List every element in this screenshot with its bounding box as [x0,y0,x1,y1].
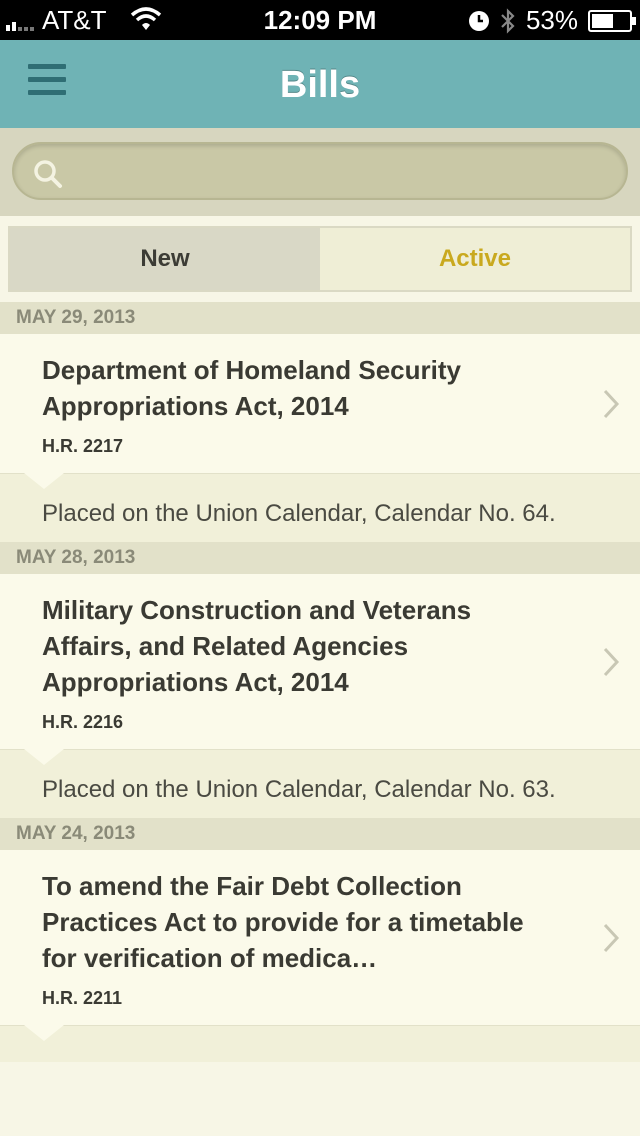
date-header: MAY 24, 2013 [0,818,640,850]
date-header: MAY 29, 2013 [0,302,640,334]
battery-percent: 53% [525,5,578,35]
bill-row[interactable]: Military Construction and Veterans Affai… [0,574,640,749]
bill-row[interactable]: Department of Homeland Security Appropri… [0,334,640,473]
bill-title: Department of Homeland Security Appropri… [42,355,461,421]
navigation-bar: Bills [0,40,640,128]
battery-icon [588,9,636,32]
notch-pointer [24,1025,64,1041]
chevron-right-icon [603,647,620,676]
bluetooth-icon [501,7,515,34]
chevron-right-icon [603,923,620,952]
bill-number: H.R. 2217 [42,436,124,456]
bill-status-text: Placed on the Union Calendar, Calendar N… [42,500,556,527]
bill-number: H.R. 2216 [42,712,124,732]
chevron-right-icon [603,389,620,418]
bill-status: Placed on the Union Calendar, Calendar N… [0,749,640,818]
search-icon [34,160,62,188]
bill-status-text: Placed on the Union Calendar, Calendar N… [42,776,556,803]
bill-list: MAY 29, 2013 Department of Homeland Secu… [0,302,640,1062]
status-right: 53% [468,5,636,36]
bill-row[interactable]: To amend the Fair Debt Collection Practi… [0,850,640,1025]
bill-title: To amend the Fair Debt Collection Practi… [42,871,524,973]
notch-pointer [24,473,64,489]
bill-status [0,1025,640,1062]
segmented-control: New Active [8,226,632,292]
search-input[interactable] [78,152,608,192]
notch-pointer [24,749,64,765]
bill-status: Placed on the Union Calendar, Calendar N… [0,473,640,542]
search-field[interactable] [12,142,628,200]
page-title: Bills [279,64,361,106]
date-header: MAY 28, 2013 [0,542,640,574]
search-bar-container [0,128,640,216]
tab-new[interactable]: New [10,228,320,290]
bill-number: H.R. 2211 [42,988,123,1008]
status-bar: AT&T 12:09 PM 53% [0,0,640,40]
tab-active[interactable]: Active [320,228,630,290]
alarm-clock-icon [468,10,489,31]
bill-title: Military Construction and Veterans Affai… [42,595,472,697]
